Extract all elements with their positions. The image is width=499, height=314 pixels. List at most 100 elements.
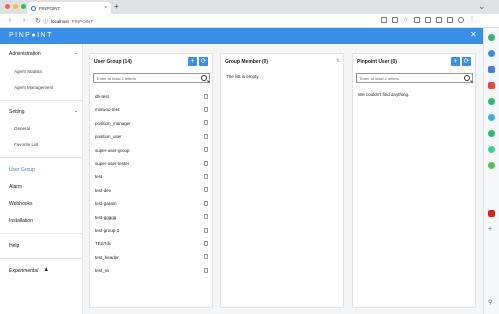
trash-icon[interactable] [204,214,208,220]
trash-icon[interactable] [204,227,208,233]
divider [0,157,83,158]
add-user-button[interactable]: + [451,57,460,66]
list-item[interactable]: super-user-tester [95,161,129,166]
list-item[interactable]: test-ggggg [95,215,116,220]
sidebar-app-icon[interactable] [488,82,495,89]
list-item[interactable]: test [95,174,102,179]
list-item[interactable]: test_header [95,255,119,260]
address-bar[interactable]: ⓘ localhost PINPOINT [43,16,403,26]
trash-icon[interactable] [204,187,208,193]
pinpoint-logo[interactable]: PINP●INT [9,32,53,39]
trash-icon[interactable] [204,200,208,206]
list-item[interactable]: test-group-2 [95,228,119,233]
trash-icon[interactable] [204,106,208,112]
forward-button[interactable]: › [20,17,28,24]
list-item[interactable]: test-dev [95,188,111,193]
trash-icon[interactable] [204,93,208,99]
sidebar-section-setting[interactable]: Setting [9,109,25,115]
url-path: PINPOINT [71,18,94,24]
sidebar-item-alarm[interactable]: Alarm [9,184,22,190]
maximize-window-icon[interactable] [21,4,26,9]
sidebar-item-webhooks[interactable]: Webhooks [9,201,33,207]
sidebar-section-administration[interactable]: Administration [9,51,41,57]
sidebar-app-icon[interactable] [488,162,495,169]
address-bar-row: ‹ › ↻ ⓘ localhost PINPOINT ☆ ⋮ [0,14,499,28]
extension-icon[interactable] [447,17,453,23]
search-icon[interactable] [201,75,207,81]
back-button[interactable]: ‹ [6,17,14,24]
pinpoint-user-search-input[interactable]: Enter at least 2 letters [356,73,473,83]
sidebar-item-agent-management[interactable]: Agent Management [14,85,53,90]
sort-icon[interactable]: ⇅ [336,58,340,64]
user-group-panel: User Group (14) + ⟳ Enter at least 2 let… [89,53,213,308]
trash-icon[interactable] [204,254,208,260]
bookmark-icon[interactable]: ☆ [403,17,409,23]
close-config-button[interactable]: ✕ [470,30,477,39]
list-item[interactable]: TESTdc [95,241,111,246]
sidebar-item-user-group[interactable]: User Group [9,167,35,173]
site-info-icon[interactable]: ⓘ [43,18,48,25]
sidebar-item-favorite-list[interactable]: Favorite List [14,142,39,147]
list-item[interactable]: position_user [95,134,122,139]
add-user-group-button[interactable]: + [188,57,197,66]
sidebar-app-icon[interactable] [488,50,495,57]
trash-icon[interactable] [204,240,208,246]
chevron-down-icon[interactable]: ⌄ [74,108,78,114]
list-item[interactable]: test-garam [95,201,117,206]
panel-title: Pinpoint User (0) [357,59,398,65]
add-app-icon[interactable]: + [488,226,495,233]
list-item[interactable]: test_ss [95,268,109,273]
search-placeholder: Enter at least 2 letters [360,76,399,81]
refresh-button[interactable]: ⟳ [199,57,208,66]
trash-icon[interactable] [204,173,208,179]
extension-icon[interactable] [425,17,431,23]
browser-tab[interactable]: PINPOINT × [27,2,111,14]
sidebar-item-agent-statistic[interactable]: Agent Statistic [14,69,43,74]
main-content: User Group (14) + ⟳ Enter at least 2 let… [83,44,483,314]
search-icon[interactable] [464,75,470,81]
extension-icon[interactable] [436,17,442,23]
extension-toolbar: ☆ ⋮ [381,17,475,23]
list-item[interactable]: super-user-group [95,148,130,153]
reload-button[interactable]: ↻ [34,17,42,25]
sidebar-app-icon[interactable] [488,34,495,41]
sidebar-app-icon[interactable] [488,114,495,121]
sidebar-item-experimental[interactable]: Experimental [9,268,38,274]
url-host: localhost [51,18,69,24]
chevron-down-icon[interactable]: ⌄ [74,50,78,56]
sidebar-app-icon[interactable] [488,210,495,217]
tab-close-icon[interactable]: × [104,5,107,11]
list-item[interactable]: position_manager [95,121,131,126]
profile-icon[interactable] [458,17,464,23]
extension-icon[interactable] [381,17,387,23]
sidebar-item-help[interactable]: Help [9,243,19,249]
pin-icon[interactable]: ⚲ [488,300,495,307]
tab-favicon-icon [31,5,36,11]
list-item[interactable]: minwoo-test [95,107,119,112]
trash-icon[interactable] [204,160,208,166]
list-item[interactable]: db-test [95,94,109,99]
sidebar-item-general[interactable]: General [14,126,30,131]
menu-icon[interactable]: ⋮ [469,17,475,23]
extension-icon[interactable] [414,17,420,23]
new-tab-button[interactable]: + [114,3,119,11]
sidebar-app-icon[interactable] [488,66,495,73]
trash-icon[interactable] [204,120,208,126]
refresh-button[interactable]: ⟳ [462,57,471,66]
tab-search-icon[interactable]: ⌄ [478,1,486,12]
extension-icon[interactable] [392,17,398,23]
sidebar-app-icon[interactable] [488,146,495,153]
trash-icon[interactable] [204,147,208,153]
search-placeholder: Enter at least 2 letters [97,76,136,81]
empty-message: We couldn't find anything. [358,92,410,97]
trash-icon[interactable] [204,267,208,273]
user-icon: ♟ [44,267,49,273]
sidebar-app-icon[interactable] [488,130,495,137]
user-group-search-input[interactable]: Enter at least 2 letters [93,73,210,83]
sidebar-app-icon[interactable] [488,98,495,105]
tab-title: PINPOINT [39,5,61,11]
sidebar-item-installation[interactable]: Installation [9,218,33,224]
trash-icon[interactable] [204,133,208,139]
close-window-icon[interactable] [5,4,10,9]
minimize-window-icon[interactable] [13,4,18,9]
